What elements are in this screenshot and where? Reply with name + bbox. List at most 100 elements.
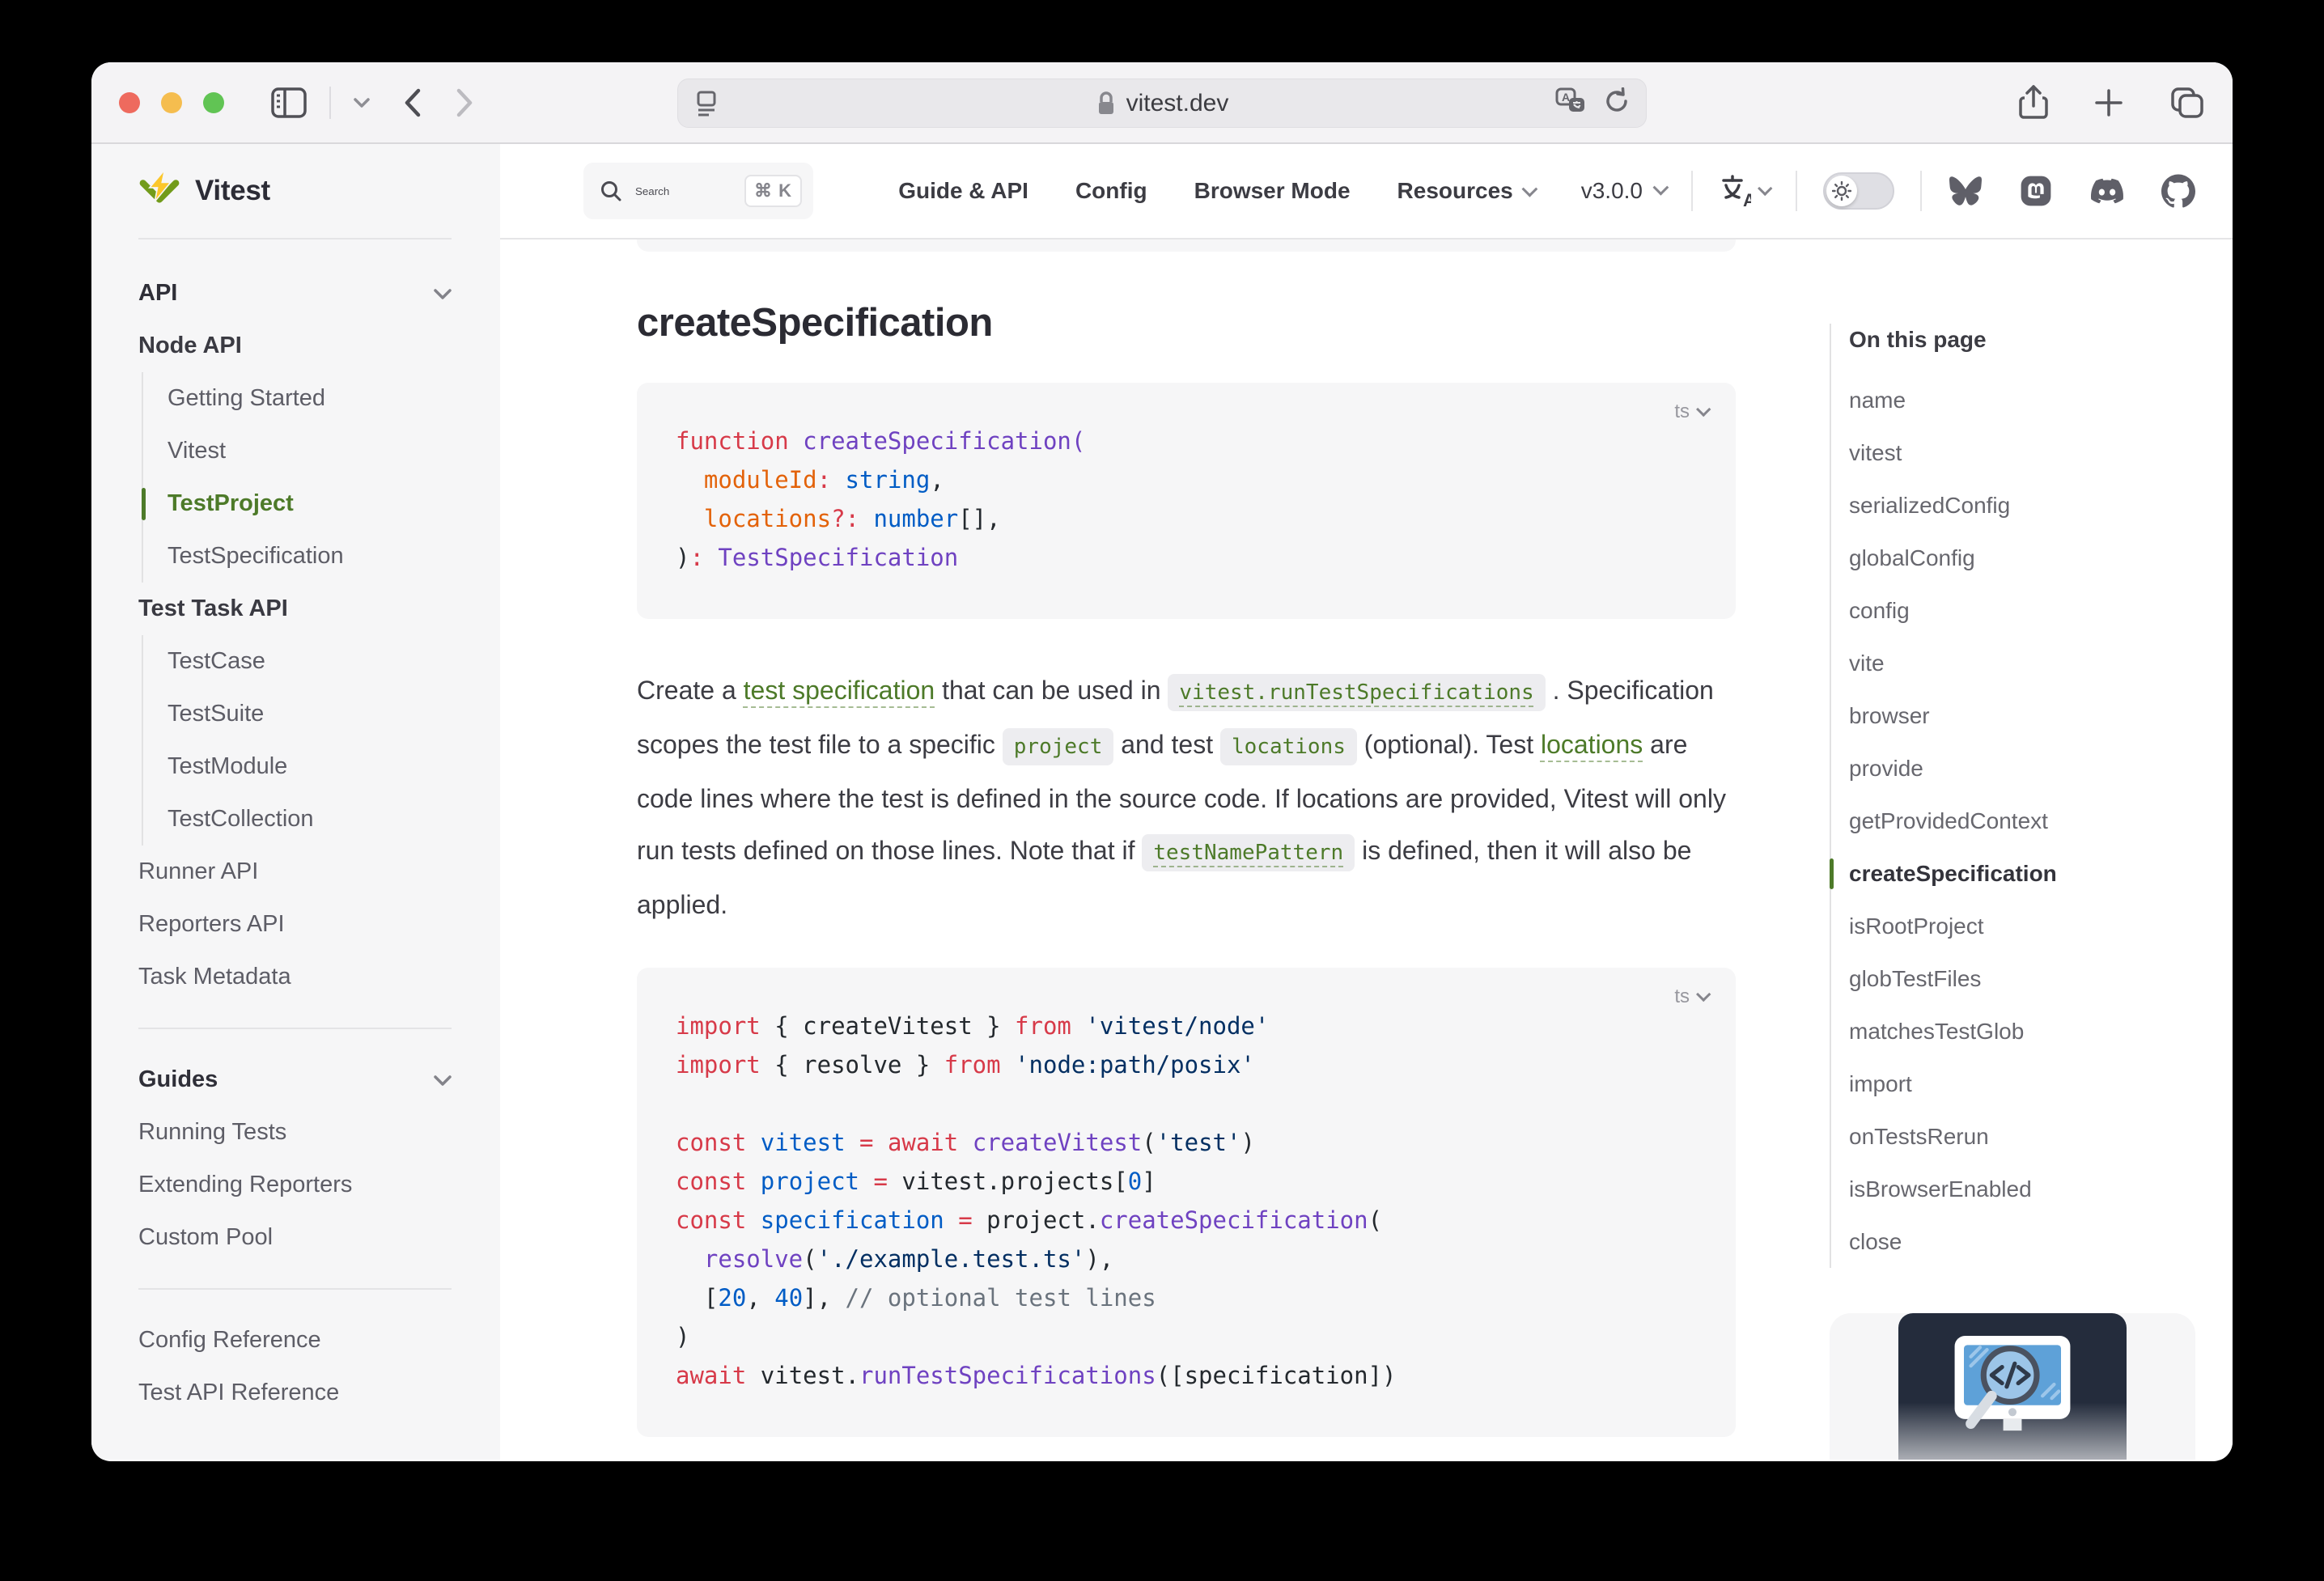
outline-links: namevitestserializedConfigglobalConfigco… bbox=[1849, 374, 2195, 1268]
sidebar-item[interactable]: TestCase bbox=[168, 635, 452, 688]
address-bar[interactable]: vitest.dev A bbox=[677, 78, 1647, 128]
outline-link[interactable]: isRootProject bbox=[1849, 900, 2195, 952]
outline-link[interactable]: import bbox=[1849, 1058, 2195, 1110]
site-title: Vitest bbox=[195, 175, 270, 207]
inline-link[interactable]: testNamePattern bbox=[1142, 834, 1355, 871]
reader-icon[interactable] bbox=[694, 90, 719, 117]
sidebar-divider bbox=[138, 1028, 452, 1029]
outline-link[interactable]: createSpecification bbox=[1849, 847, 2195, 900]
theme-toggle[interactable] bbox=[1823, 172, 1894, 210]
window-zoom-button[interactable] bbox=[203, 92, 224, 113]
sidebar-item[interactable]: Running Tests bbox=[138, 1106, 452, 1159]
new-tab-icon[interactable] bbox=[2093, 87, 2124, 118]
url-text: vitest.dev bbox=[1126, 90, 1229, 117]
outline-link[interactable]: browser bbox=[1849, 689, 2195, 742]
header-nav: Guide & API Config Browser Mode Resources bbox=[898, 178, 1534, 204]
search-icon bbox=[600, 180, 622, 202]
tab-overview-icon[interactable] bbox=[2169, 86, 2205, 120]
share-icon[interactable] bbox=[2019, 85, 2048, 121]
site-logo[interactable]: Vitest bbox=[138, 144, 452, 239]
inline-link[interactable]: test specification bbox=[744, 676, 935, 705]
chevron-down-icon[interactable] bbox=[354, 97, 370, 108]
sidebar-item[interactable]: Vitest bbox=[168, 425, 452, 477]
sidebar-node-api-items: Getting StartedVitestTestProjectTestSpec… bbox=[142, 372, 452, 583]
code-block-example: ts import { createVitest } from 'vitest/… bbox=[637, 968, 1736, 1437]
sidebar-item[interactable]: TestSuite bbox=[168, 688, 452, 740]
outline-link[interactable]: config bbox=[1849, 584, 2195, 637]
outline-link[interactable]: vite bbox=[1849, 637, 2195, 689]
site-header: Search ⌘ K Guide & API Config Browser Mode… bbox=[500, 144, 2233, 239]
outline-link[interactable]: globTestFiles bbox=[1849, 952, 2195, 1005]
sidebar-item[interactable]: TestProject bbox=[168, 477, 452, 530]
window-minimize-button[interactable] bbox=[161, 92, 182, 113]
sidebar-item[interactable]: Task Metadata bbox=[138, 951, 452, 1003]
outline-link[interactable]: onTestsRerun bbox=[1849, 1110, 2195, 1163]
version-menu[interactable]: v3.0.0 bbox=[1581, 178, 1665, 204]
nav-link[interactable]: Resources bbox=[1397, 178, 1534, 204]
header-divider bbox=[1920, 171, 1922, 211]
inline-link[interactable]: vitest.runTestSpecifications bbox=[1168, 674, 1545, 711]
sidebar-test-task-api-items: TestCaseTestSuiteTestModuleTestCollectio… bbox=[142, 635, 452, 846]
inline-code: project bbox=[1003, 728, 1114, 765]
inline-link[interactable]: locations bbox=[1541, 730, 1643, 759]
lock-icon bbox=[1096, 91, 1117, 117]
sidebar-toggle-icon[interactable] bbox=[271, 87, 307, 118]
description-paragraph: Create a test specification that can be … bbox=[637, 664, 1736, 930]
sidebar-section-guides[interactable]: Guides bbox=[138, 1053, 452, 1106]
text-run: that can be used in bbox=[935, 676, 1168, 705]
sidebar-group-node-api[interactable]: Node API bbox=[138, 320, 452, 372]
code-block-signature: ts function createSpecification( moduleI… bbox=[637, 383, 1736, 619]
code-language-badge: ts bbox=[1674, 985, 1708, 1008]
sidebar-item[interactable]: TestModule bbox=[168, 740, 452, 793]
language-menu[interactable]: A bbox=[1719, 174, 1770, 208]
nav-link[interactable]: Config bbox=[1075, 178, 1147, 204]
reload-icon[interactable] bbox=[1604, 87, 1630, 119]
back-button[interactable] bbox=[404, 88, 422, 117]
search-label: Search bbox=[635, 185, 669, 197]
sidebar-item[interactable]: Getting Started bbox=[168, 372, 452, 425]
outline-link[interactable]: vitest bbox=[1849, 426, 2195, 479]
translate-icon[interactable]: A bbox=[1555, 87, 1586, 119]
sidebar-item[interactable]: TestSpecification bbox=[168, 530, 452, 583]
code-example: import { createVitest } from 'vitest/nod… bbox=[676, 1007, 1697, 1395]
nav-link[interactable]: Browser Mode bbox=[1194, 178, 1351, 204]
page-title: createSpecification bbox=[637, 300, 1736, 345]
sidebar-item[interactable]: Custom Pool bbox=[138, 1211, 452, 1264]
translate-icon: A bbox=[1719, 174, 1751, 208]
sidebar-item[interactable]: TestCollection bbox=[168, 793, 452, 846]
outline-link[interactable]: getProvidedContext bbox=[1849, 795, 2195, 847]
outline-link[interactable]: close bbox=[1849, 1215, 2195, 1268]
sidebar-group-test-task-api[interactable]: Test Task API bbox=[138, 583, 452, 635]
sidebar-section-api[interactable]: API bbox=[138, 267, 452, 320]
code-signature: function createSpecification( moduleId: … bbox=[676, 422, 1697, 577]
search-button[interactable]: Search ⌘ K bbox=[583, 163, 813, 219]
bluesky-icon[interactable] bbox=[1948, 175, 1983, 207]
sidebar-item[interactable]: Config Reference bbox=[138, 1314, 452, 1367]
sidebar-item[interactable]: Test API Reference bbox=[138, 1367, 452, 1419]
outline-link[interactable]: serializedConfig bbox=[1849, 479, 2195, 532]
outline-link[interactable]: matchesTestGlob bbox=[1849, 1005, 2195, 1058]
nav-link[interactable]: Guide & API bbox=[898, 178, 1028, 204]
forward-button[interactable] bbox=[456, 88, 473, 117]
sidebar-item[interactable]: Reporters API bbox=[138, 898, 452, 951]
sidebar-item[interactable]: Extending Reporters bbox=[138, 1159, 452, 1211]
window-close-button[interactable] bbox=[119, 92, 140, 113]
svg-text:A: A bbox=[1562, 91, 1570, 104]
outline-link[interactable]: provide bbox=[1849, 742, 2195, 795]
sidebar-guides-items: Running TestsExtending ReportersCustom P… bbox=[138, 1106, 452, 1264]
on-this-page-title: On this page bbox=[1849, 324, 2195, 356]
mastodon-icon[interactable] bbox=[2019, 174, 2053, 208]
chevron-down-icon bbox=[434, 267, 452, 320]
docs-sidebar: Vitest API Node API Getting StartedVites… bbox=[91, 144, 500, 1460]
github-icon[interactable] bbox=[2161, 174, 2195, 208]
browser-toolbar: vitest.dev A bbox=[91, 62, 2233, 144]
sponsor-card[interactable] bbox=[1830, 1313, 2195, 1460]
vitest-logo-icon bbox=[138, 170, 180, 212]
outline-link[interactable]: globalConfig bbox=[1849, 532, 2195, 584]
sidebar-item[interactable]: Runner API bbox=[138, 846, 452, 898]
outline-link[interactable]: isBrowserEnabled bbox=[1849, 1163, 2195, 1215]
outline-link[interactable]: name bbox=[1849, 374, 2195, 426]
discord-icon[interactable] bbox=[2089, 175, 2126, 207]
search-shortcut: ⌘ K bbox=[744, 175, 802, 207]
browser-window: vitest.dev A bbox=[91, 62, 2233, 1461]
